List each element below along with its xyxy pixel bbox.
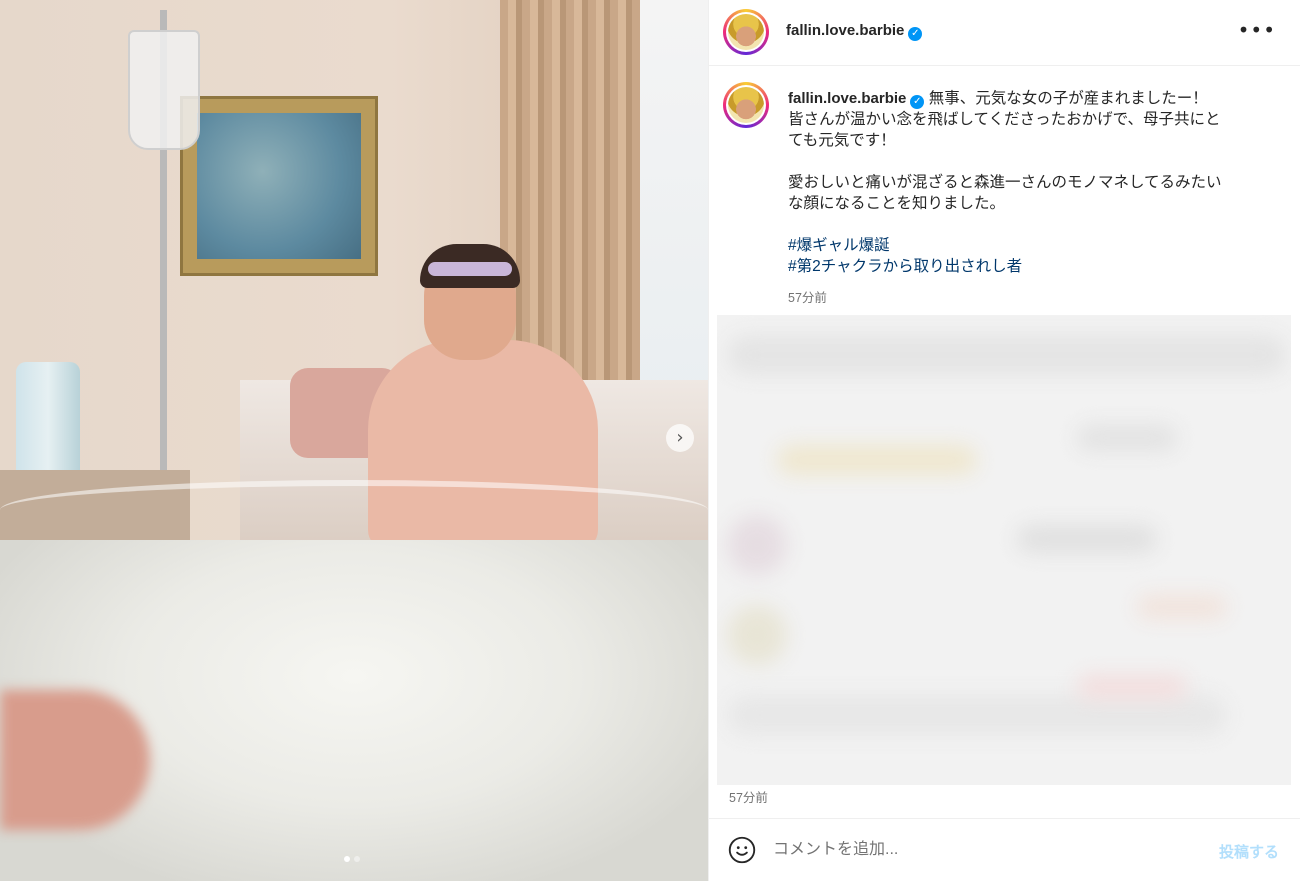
- caption-line-5: な顔になることを知りました。: [788, 195, 1006, 212]
- caption-line-2: 皆さんが温かい念を飛ばしてくださったおかげで、母子共にと: [788, 111, 1221, 128]
- caption-line-3: ても元気です！: [788, 132, 896, 149]
- caption-line-1: 無事、元気な女の子が産まれましたー！: [928, 90, 1208, 107]
- more-options-icon[interactable]: •••: [1238, 18, 1276, 42]
- chevron-right-icon: ›: [676, 427, 684, 448]
- comments-timestamp: 57分前: [729, 791, 768, 805]
- comment-bar: 投稿する: [709, 818, 1300, 881]
- post-comment-button[interactable]: 投稿する: [1219, 841, 1279, 862]
- post-header: fallin.love.barbie ✓ •••: [709, 0, 1300, 66]
- username-text[interactable]: fallin.love.barbie: [786, 22, 904, 39]
- photo-baby: [0, 690, 150, 830]
- next-image-button[interactable]: ›: [666, 424, 694, 452]
- photo-iv-bag: [128, 30, 200, 150]
- photo-window: [632, 0, 708, 430]
- blurred-comments-area: [717, 315, 1291, 785]
- caption-line-4: 愛おしいと痛いが混ざると森進一さんのモノマネしてるみたい: [788, 174, 1222, 191]
- hashtag-link[interactable]: #第2チャクラから取り出されし者: [788, 256, 1258, 277]
- carousel-dots: [344, 856, 360, 862]
- photo-bassinet-edge: [0, 480, 708, 540]
- verified-badge-icon: ✓: [908, 27, 923, 41]
- comment-input[interactable]: [773, 837, 1193, 863]
- photo-painting: [180, 96, 378, 276]
- post-image[interactable]: ›: [0, 0, 708, 881]
- photo-headband: [428, 262, 512, 276]
- caption-avatar[interactable]: [723, 82, 769, 128]
- avatar[interactable]: [723, 9, 769, 55]
- smiley-icon[interactable]: [728, 836, 756, 864]
- caption-username[interactable]: fallin.love.barbie: [788, 90, 906, 107]
- hashtag-link[interactable]: #爆ギャル爆誕: [788, 235, 1258, 256]
- caption-timestamp: 57分前: [788, 291, 827, 305]
- verified-badge-icon: ✓: [910, 95, 925, 109]
- header-username[interactable]: fallin.love.barbie ✓: [786, 22, 923, 41]
- carousel-dot-active: [344, 856, 350, 862]
- caption-body: fallin.love.barbie ✓ 無事、元気な女の子が産まれましたー！ 皆…: [788, 88, 1258, 277]
- carousel-dot: [354, 856, 360, 862]
- post-caption: fallin.love.barbie ✓ 無事、元気な女の子が産まれましたー！ 皆…: [709, 66, 1300, 316]
- post-side-panel: fallin.love.barbie ✓ ••• fallin.love.barb…: [708, 0, 1300, 881]
